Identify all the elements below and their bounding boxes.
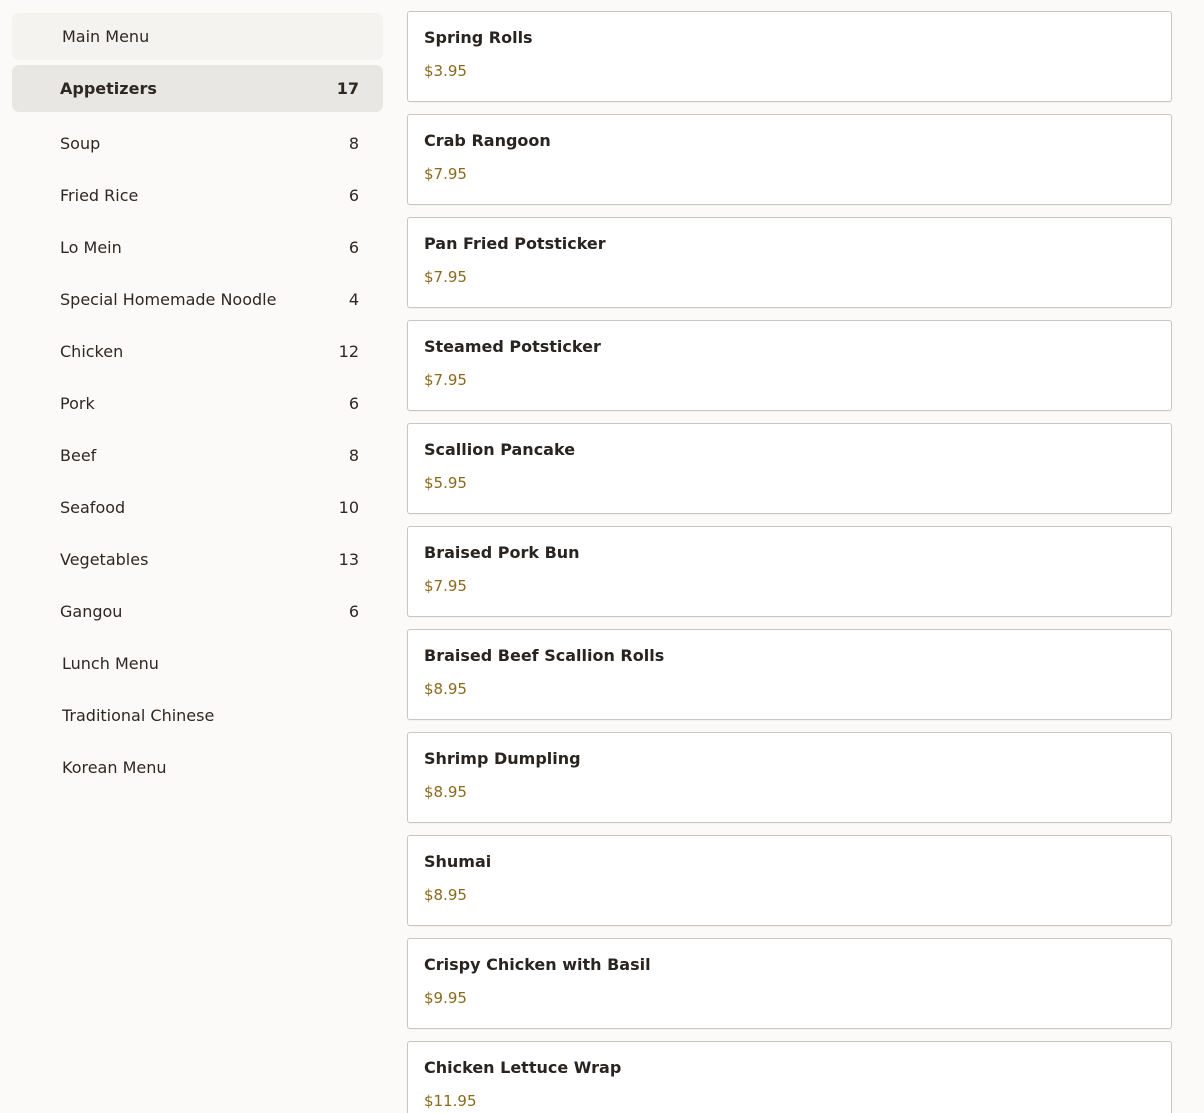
- item-price: $7.95: [424, 371, 467, 389]
- category-special-homemade-noodle[interactable]: Special Homemade Noodle 4: [12, 273, 383, 325]
- category-count: 10: [338, 497, 359, 517]
- category-count: 6: [348, 185, 359, 205]
- menu-item-card[interactable]: Scallion Pancake $5.95: [407, 423, 1172, 514]
- item-name: Braised Beef Scallion Rolls: [424, 646, 665, 665]
- category-count: 8: [348, 445, 359, 465]
- menu-item-card[interactable]: Shrimp Dumpling $8.95: [407, 732, 1172, 823]
- category-count: 13: [338, 549, 359, 569]
- category-count: 17: [336, 79, 359, 98]
- category-vegetables[interactable]: Vegetables 13: [12, 533, 383, 585]
- item-name: Spring Rolls: [424, 28, 533, 47]
- category-count: 12: [338, 341, 359, 361]
- item-name: Chicken Lettuce Wrap: [424, 1058, 622, 1077]
- item-price: $7.95: [424, 577, 467, 595]
- page: Main Menu Appetizers 17 Soup 8 Fried Ric…: [0, 0, 1204, 1113]
- item-name: Shumai: [424, 852, 492, 871]
- item-price: $5.95: [424, 474, 467, 492]
- category-pork[interactable]: Pork 6: [12, 377, 383, 429]
- main-menu-header[interactable]: Main Menu: [12, 13, 383, 60]
- category-label: Special Homemade Noodle: [60, 289, 277, 309]
- category-soup[interactable]: Soup 8: [12, 117, 383, 169]
- lunch-menu-header[interactable]: Lunch Menu: [12, 637, 383, 689]
- category-chicken[interactable]: Chicken 12: [12, 325, 383, 377]
- item-price: $8.95: [424, 783, 467, 801]
- item-name: Steamed Potsticker: [424, 337, 601, 356]
- category-label: Soup: [60, 133, 101, 153]
- category-label: Beef: [60, 445, 97, 465]
- item-name: Pan Fried Potsticker: [424, 234, 606, 253]
- category-count: 8: [348, 133, 359, 153]
- category-label: Vegetables: [60, 549, 149, 569]
- category-label: Fried Rice: [60, 185, 139, 205]
- category-label: Chicken: [60, 341, 124, 361]
- category-count: 4: [348, 289, 359, 309]
- item-price: $8.95: [424, 680, 467, 698]
- korean-menu-header[interactable]: Korean Menu: [12, 741, 383, 793]
- category-label: Appetizers: [60, 79, 157, 98]
- item-price: $9.95: [424, 989, 467, 1007]
- menu-item-card[interactable]: Chicken Lettuce Wrap $11.95: [407, 1041, 1172, 1113]
- item-price: $3.95: [424, 62, 467, 80]
- category-count: 6: [348, 237, 359, 257]
- category-label: Seafood: [60, 497, 126, 517]
- item-name: Braised Pork Bun: [424, 543, 580, 562]
- category-seafood[interactable]: Seafood 10: [12, 481, 383, 533]
- item-name: Shrimp Dumpling: [424, 749, 581, 768]
- item-name: Scallion Pancake: [424, 440, 576, 459]
- category-appetizers[interactable]: Appetizers 17: [12, 65, 383, 112]
- item-price: $7.95: [424, 165, 467, 183]
- menu-item-card[interactable]: Braised Beef Scallion Rolls $8.95: [407, 629, 1172, 720]
- menu-item-card[interactable]: Spring Rolls $3.95: [407, 11, 1172, 102]
- category-label: Lo Mein: [60, 237, 122, 257]
- menu-items-list: Spring Rolls $3.95 Crab Rangoon $7.95 Pa…: [407, 11, 1172, 1113]
- menu-item-card[interactable]: Pan Fried Potsticker $7.95: [407, 217, 1172, 308]
- menu-item-card[interactable]: Steamed Potsticker $7.95: [407, 320, 1172, 411]
- item-price: $8.95: [424, 886, 467, 904]
- category-count: 6: [348, 601, 359, 621]
- category-label: Gangou: [60, 601, 123, 621]
- category-label: Pork: [60, 393, 95, 413]
- menu-item-card[interactable]: Braised Pork Bun $7.95: [407, 526, 1172, 617]
- menu-item-card[interactable]: Crispy Chicken with Basil $9.95: [407, 938, 1172, 1029]
- menu-item-card[interactable]: Shumai $8.95: [407, 835, 1172, 926]
- item-name: Crab Rangoon: [424, 131, 551, 150]
- item-price: $7.95: [424, 268, 467, 286]
- category-fried-rice[interactable]: Fried Rice 6: [12, 169, 383, 221]
- item-price: $11.95: [424, 1092, 477, 1110]
- menu-item-card[interactable]: Crab Rangoon $7.95: [407, 114, 1172, 205]
- traditional-chinese-header[interactable]: Traditional Chinese: [12, 689, 383, 741]
- category-gangou[interactable]: Gangou 6: [12, 585, 383, 637]
- menu-sidebar: Main Menu Appetizers 17 Soup 8 Fried Ric…: [12, 13, 383, 793]
- category-beef[interactable]: Beef 8: [12, 429, 383, 481]
- category-count: 6: [348, 393, 359, 413]
- category-lo-mein[interactable]: Lo Mein 6: [12, 221, 383, 273]
- item-name: Crispy Chicken with Basil: [424, 955, 651, 974]
